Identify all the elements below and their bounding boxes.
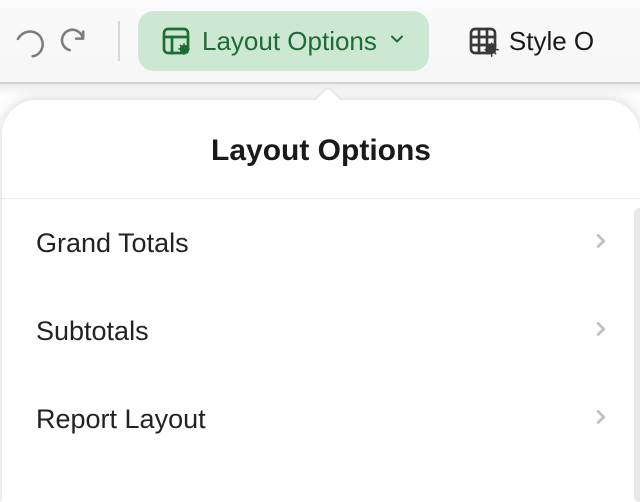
list-item-grand-totals[interactable]: Grand Totals xyxy=(2,199,640,287)
popover-arrow xyxy=(314,87,342,101)
layout-options-popover: Layout Options Grand Totals Subtotals Re… xyxy=(2,100,640,502)
toolbar-separator xyxy=(118,21,120,61)
undo-icon xyxy=(13,24,47,58)
popover-title: Layout Options xyxy=(2,100,640,199)
redo-icon xyxy=(57,24,91,58)
layout-options-button[interactable]: Layout Options xyxy=(138,11,429,71)
undo-button[interactable] xyxy=(8,19,52,63)
chevron-down-icon xyxy=(387,29,407,54)
list-item-label: Report Layout xyxy=(36,404,206,435)
layout-options-icon xyxy=(160,25,192,57)
chevron-right-icon xyxy=(590,316,612,347)
list-item-label: Grand Totals xyxy=(36,228,189,259)
chevron-right-icon xyxy=(590,404,612,435)
style-options-icon xyxy=(467,25,499,57)
list-item-label: Subtotals xyxy=(36,316,149,347)
list-item-report-layout[interactable]: Report Layout xyxy=(2,375,640,463)
redo-button[interactable] xyxy=(52,19,96,63)
scrollbar[interactable] xyxy=(634,208,640,502)
style-options-label: Style O xyxy=(509,26,594,57)
style-options-button[interactable]: Style O xyxy=(455,11,606,71)
popover-list: Grand Totals Subtotals Report Layout xyxy=(2,199,640,463)
toolbar: Layout Options Style O xyxy=(0,0,640,84)
chevron-right-icon xyxy=(590,228,612,259)
layout-options-label: Layout Options xyxy=(202,26,377,57)
list-item-subtotals[interactable]: Subtotals xyxy=(2,287,640,375)
